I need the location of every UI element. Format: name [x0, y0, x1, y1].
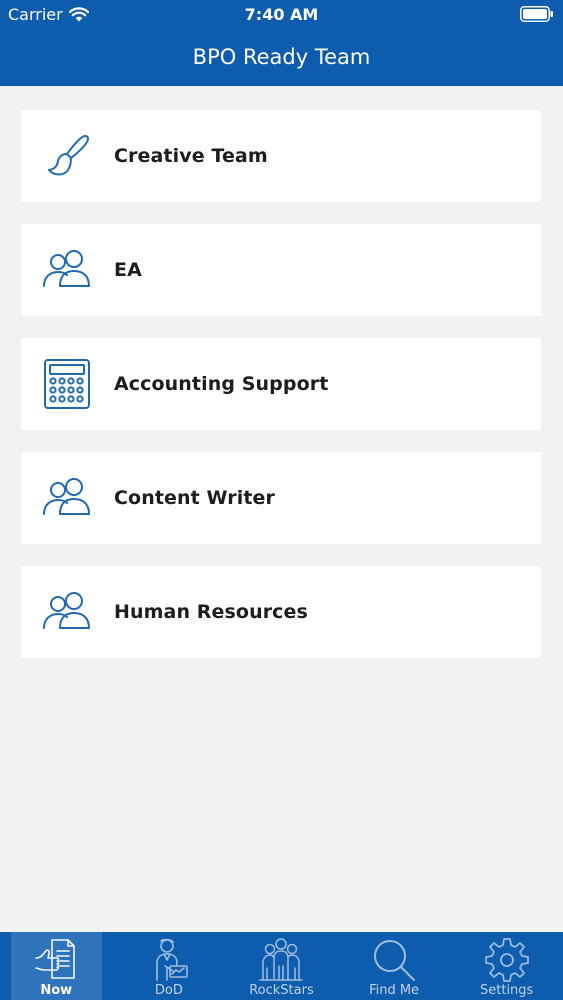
calculator-icon [41, 358, 93, 410]
tab-find-me[interactable]: Find Me [338, 932, 451, 1000]
battery-icon [520, 6, 554, 26]
hand-document-icon [35, 939, 76, 979]
team-item-accounting-support[interactable]: Accounting Support [21, 338, 541, 430]
status-bar: Carrier 7:40 AM [0, 0, 563, 30]
group-icon [259, 938, 304, 981]
gear-icon [484, 938, 529, 982]
users-icon [41, 244, 93, 296]
team-label: Human Resources [114, 601, 308, 623]
presenter-icon [156, 938, 188, 981]
users-icon [41, 586, 93, 638]
tab-label: DoD [154, 983, 183, 998]
tab-settings[interactable]: Settings [450, 932, 563, 1000]
tab-rockstars[interactable]: RockStars [225, 932, 338, 1000]
tab-now[interactable]: Now [0, 932, 113, 1000]
tab-label: Now [40, 983, 73, 998]
paintbrush-icon [41, 130, 93, 182]
team-item-creative-team[interactable]: Creative Team [21, 110, 541, 202]
navigation-bar: BPO Ready Team [0, 30, 563, 86]
tab-label: Find Me [369, 983, 420, 998]
team-item-ea[interactable]: EA [21, 224, 541, 316]
team-item-content-writer[interactable]: Content Writer [21, 452, 541, 544]
status-time: 7:40 AM [244, 5, 319, 24]
team-list: Creative Team EA Accounting Support Cont… [21, 110, 541, 680]
team-label: EA [114, 259, 142, 281]
team-label: Content Writer [114, 487, 275, 509]
tab-dod[interactable]: DoD [113, 932, 226, 1000]
team-label: Creative Team [114, 145, 268, 167]
page-title: BPO Ready Team [192, 45, 371, 69]
search-icon [374, 940, 416, 981]
tab-label: Settings [480, 983, 534, 998]
tab-label: RockStars [249, 983, 314, 998]
team-item-human-resources[interactable]: Human Resources [21, 566, 541, 658]
tab-bar: Now DoD RockStars Find Me Settings [0, 932, 563, 1000]
users-icon [41, 472, 93, 524]
team-label: Accounting Support [114, 373, 329, 395]
